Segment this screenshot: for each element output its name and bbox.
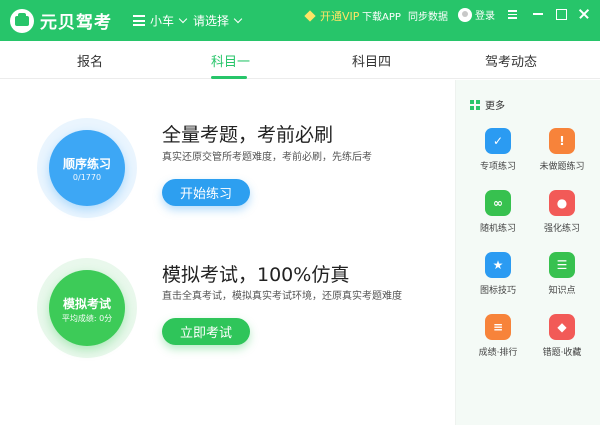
- checklist-icon: ✓: [485, 128, 511, 154]
- app-name: 元贝驾考: [40, 13, 112, 33]
- start-exam-button[interactable]: 立即考试: [162, 318, 250, 345]
- sidebar-item-intensive-practice[interactable]: ● 强化练习: [530, 190, 594, 234]
- car-logo-icon: [10, 8, 34, 33]
- target-icon: ●: [549, 190, 575, 216]
- tag-icon: ◆: [549, 314, 575, 340]
- close-button[interactable]: [576, 6, 592, 22]
- sidebar-item-unanswered-practice[interactable]: ! 未做题练习: [530, 128, 594, 172]
- menu-grid-icon: [133, 15, 145, 26]
- exam-description: 直击全真考试，模拟真实考试环境，还原真实考题难度: [162, 291, 402, 302]
- tab-subject-one[interactable]: 科目一: [211, 51, 250, 70]
- practice-progress: 0/1770: [72, 173, 102, 182]
- tool-label: 强化练习: [543, 224, 580, 234]
- vip-link[interactable]: 开通VIP: [304, 8, 360, 24]
- tool-label: 随机练习: [479, 224, 516, 234]
- sidebar-title: 更多: [485, 101, 505, 112]
- region-label: 请选择: [193, 14, 230, 28]
- practice-description: 真实还原交管所考题难度，考前必刷，先练后考: [162, 152, 372, 163]
- grid-icon: [470, 99, 480, 110]
- region-selector[interactable]: 请选择: [193, 12, 243, 29]
- vehicle-selector[interactable]: 小车: [133, 12, 188, 29]
- tool-label: 错题·收藏: [542, 348, 582, 358]
- tool-label: 专项练习: [479, 162, 516, 172]
- minimize-button[interactable]: [530, 6, 546, 22]
- start-practice-button[interactable]: 开始练习: [162, 179, 250, 206]
- ranking-icon: ≡: [485, 314, 511, 340]
- tab-subject-four[interactable]: 科目四: [352, 51, 391, 70]
- main-content: 顺序练习 0/1770 全量考题，考前必刷 真实还原交管所考题难度，考前必刷，先…: [0, 80, 455, 425]
- mock-exam-bubble[interactable]: 模拟考试 平均成绩: 0分: [37, 258, 137, 358]
- login-link[interactable]: 登录: [458, 7, 495, 22]
- sync-data-link[interactable]: 同步数据: [408, 8, 448, 23]
- exclamation-icon: !: [549, 128, 575, 154]
- tab-exam-news[interactable]: 驾考动态: [485, 51, 537, 70]
- mock-exam-circle: 模拟考试 平均成绩: 0分: [49, 270, 125, 346]
- subject-tabs: 报名 科目一 科目四 驾考动态: [0, 41, 600, 79]
- sequential-practice-bubble[interactable]: 顺序练习 0/1770: [37, 118, 137, 218]
- avatar-icon: [458, 7, 472, 22]
- chevron-down-icon: [233, 14, 243, 23]
- more-sidebar: 更多 ✓ 专项练习 ! 未做题练习 ∞ 随机练习 ● 强化练习 ★ 图标技巧 ☰…: [455, 80, 600, 425]
- shuffle-icon: ∞: [485, 190, 511, 216]
- tool-label: 图标技巧: [479, 286, 516, 296]
- vehicle-label: 小车: [150, 14, 175, 28]
- sidebar-item-icon-tips[interactable]: ★ 图标技巧: [466, 252, 530, 296]
- menu-button[interactable]: [505, 6, 521, 22]
- tab-signup[interactable]: 报名: [77, 51, 103, 70]
- login-label: 登录: [475, 11, 495, 22]
- star-icon: ★: [485, 252, 511, 278]
- active-tab-indicator: [211, 76, 247, 79]
- tool-label: 未做题练习: [539, 162, 585, 172]
- vip-label: 开通VIP: [320, 10, 360, 23]
- maximize-button[interactable]: [553, 6, 569, 22]
- sidebar-item-special-practice[interactable]: ✓ 专项练习: [466, 128, 530, 172]
- practice-title: 全量考题，考前必刷: [162, 124, 334, 146]
- sidebar-header: 更多: [470, 97, 505, 112]
- sidebar-item-scores-ranking[interactable]: ≡ 成绩·排行: [466, 314, 530, 358]
- tool-label: 成绩·排行: [478, 348, 518, 358]
- download-app-link[interactable]: 下载APP: [362, 8, 401, 23]
- exam-title: 模拟考试，100%仿真: [162, 264, 350, 286]
- sidebar-item-mistakes-favorites[interactable]: ◆ 错题·收藏: [530, 314, 594, 358]
- sidebar-item-random-practice[interactable]: ∞ 随机练习: [466, 190, 530, 234]
- diamond-icon: [304, 10, 316, 22]
- average-score: 平均成绩: 0分: [61, 314, 113, 323]
- title-bar: 元贝驾考 小车 请选择 开通VIP 下载APP 同步数据 登录: [0, 0, 600, 41]
- sequential-practice-circle: 顺序练习 0/1770: [49, 130, 125, 206]
- bubble-title: 模拟考试: [62, 297, 111, 311]
- app-logo: 元贝驾考: [10, 8, 112, 33]
- bubble-title: 顺序练习: [62, 157, 111, 171]
- chevron-down-icon: [178, 14, 188, 23]
- sidebar-item-knowledge-points[interactable]: ☰ 知识点: [530, 252, 594, 296]
- book-icon: ☰: [549, 252, 575, 278]
- tool-label: 知识点: [548, 286, 576, 296]
